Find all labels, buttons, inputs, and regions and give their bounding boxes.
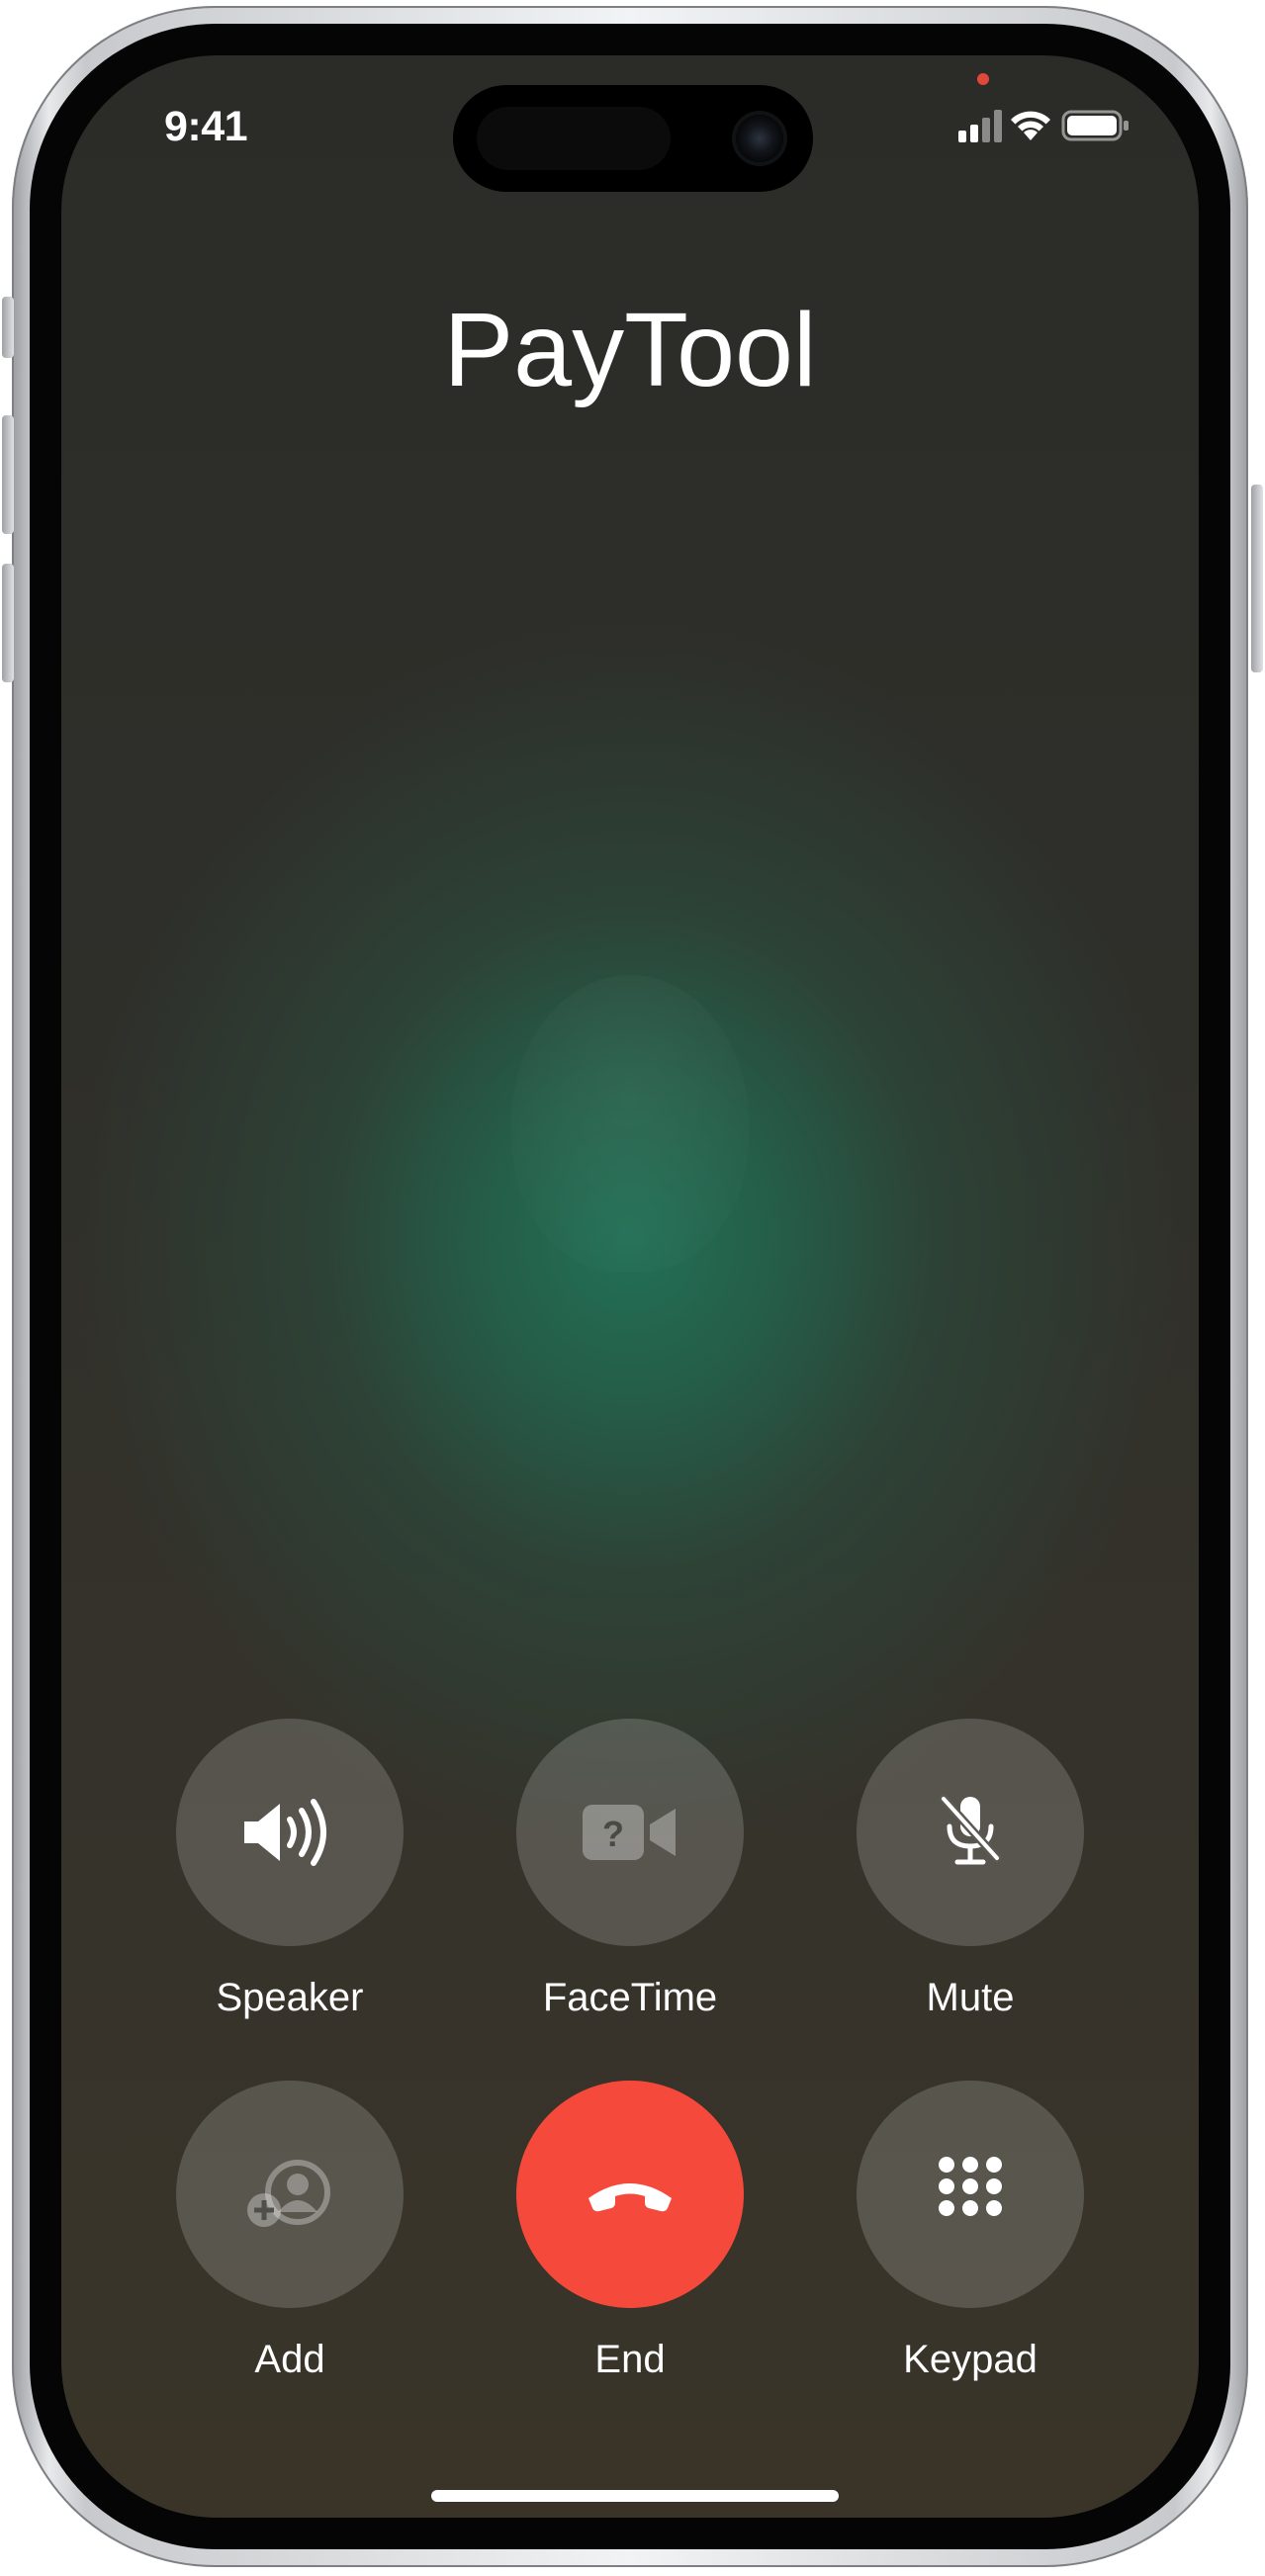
end-call-button[interactable] xyxy=(516,2081,744,2308)
end-control[interactable]: End xyxy=(516,2081,744,2382)
status-time: 9:41 xyxy=(164,103,248,150)
battery-icon xyxy=(1061,110,1129,141)
volume-up-button[interactable] xyxy=(2,415,14,534)
action-button[interactable] xyxy=(2,297,14,358)
island-sensor xyxy=(477,107,671,170)
caller-name: PayTool xyxy=(443,292,817,408)
mute-control[interactable]: Mute xyxy=(857,1719,1084,2020)
keypad-button[interactable] xyxy=(857,2081,1084,2308)
end-label: End xyxy=(594,2338,666,2381)
keypad-label: Keypad xyxy=(903,2338,1038,2381)
svg-text:?: ? xyxy=(602,1814,624,1854)
add-label: Add xyxy=(254,2338,325,2381)
add-control[interactable]: Add xyxy=(176,2081,404,2382)
front-camera xyxy=(736,115,783,162)
keypad-control[interactable]: Keypad xyxy=(857,2081,1084,2382)
end-call-icon xyxy=(588,2183,672,2212)
speaker-icon xyxy=(244,1799,326,1866)
call-screen: 9:41 PayTool Speaker ? FaceTime Mute Add… xyxy=(61,55,1199,2518)
facetime-control[interactable]: ? FaceTime xyxy=(516,1719,744,2020)
mic-indicator-dot xyxy=(977,73,989,85)
keypad-icon xyxy=(939,2157,1002,2216)
add-call-button[interactable] xyxy=(176,2081,404,2308)
wifi-icon xyxy=(1011,111,1050,140)
caller-avatar-placeholder xyxy=(511,975,749,1272)
facetime-icon: ? xyxy=(583,1805,676,1860)
speaker-button[interactable] xyxy=(176,1719,404,1946)
dynamic-island xyxy=(453,85,813,192)
status-icons xyxy=(956,105,1134,144)
side-power-button[interactable] xyxy=(1251,485,1263,672)
volume-down-button[interactable] xyxy=(2,564,14,682)
speaker-label: Speaker xyxy=(216,1976,364,2019)
home-indicator[interactable] xyxy=(431,2490,839,2502)
facetime-label: FaceTime xyxy=(542,1976,718,2019)
add-person-icon xyxy=(247,2160,330,2227)
mute-button[interactable] xyxy=(857,1719,1084,1946)
speaker-control[interactable]: Speaker xyxy=(176,1719,404,2020)
cellular-signal-icon xyxy=(958,110,1002,142)
mute-label: Mute xyxy=(926,1976,1015,2019)
mute-icon xyxy=(939,1794,1002,1865)
iphone-device: 9:41 PayTool Speaker ? FaceTime Mute Add… xyxy=(0,0,1265,2576)
facetime-button[interactable]: ? xyxy=(516,1719,744,1946)
